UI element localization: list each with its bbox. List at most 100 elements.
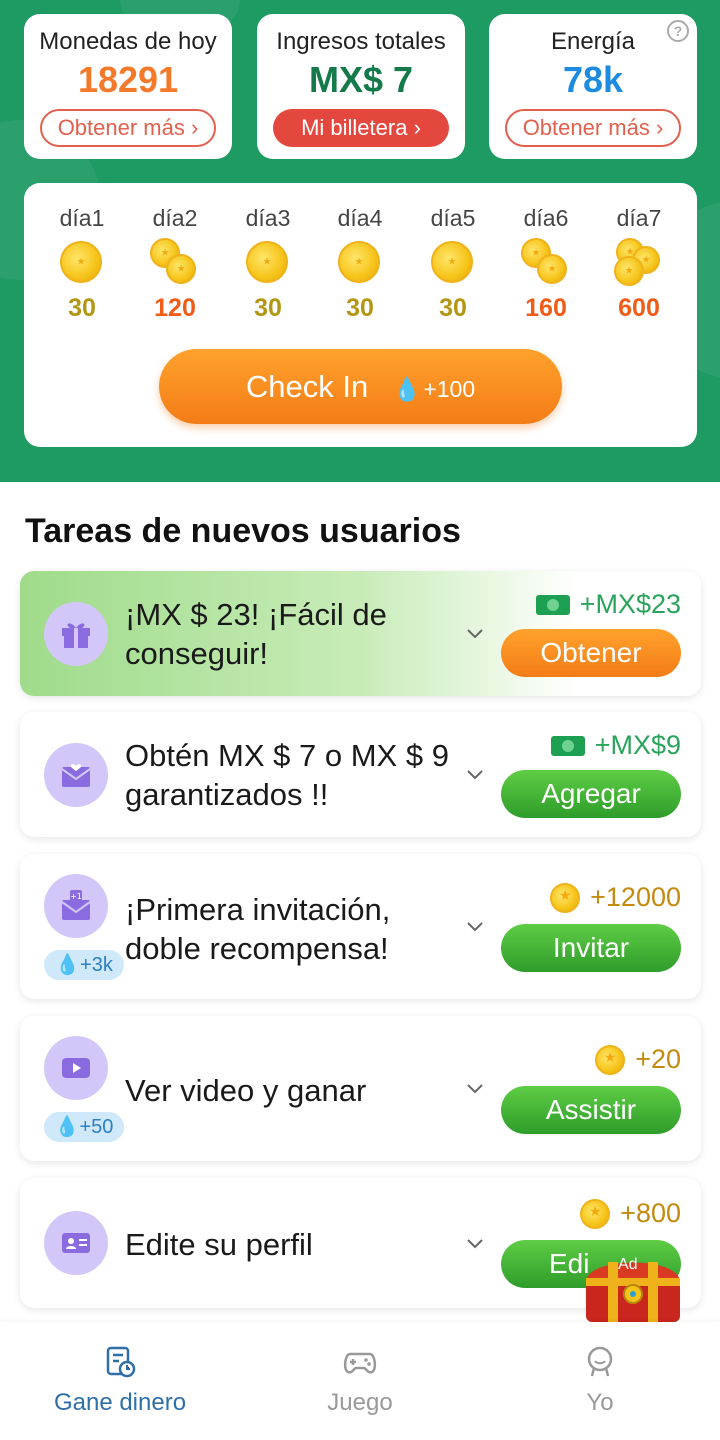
- checkin-day-7: día7 600: [599, 205, 679, 323]
- energy-badge-value: +50: [79, 1116, 114, 1138]
- day-amount: 160: [525, 294, 567, 322]
- cash-icon: [535, 594, 570, 615]
- get-more-energy-button[interactable]: Obtener más ›: [505, 109, 681, 147]
- chevron-right-icon: ›: [649, 115, 664, 140]
- coin-icon: [335, 238, 385, 288]
- checkin-day-1: día1 30: [42, 205, 122, 323]
- day-amount: 30: [68, 294, 96, 322]
- invite-envelope-icon: +1: [44, 874, 108, 938]
- day-label: día5: [430, 205, 476, 231]
- bottom-navigation: Gane dinero Juego Yo: [0, 1322, 720, 1440]
- task-card[interactable]: ¡MX $ 23! ¡Fácil de conseguir! +MX$23 Ob…: [20, 571, 701, 696]
- tasks-section-title: Tareas de nuevos usuarios: [25, 512, 461, 550]
- checkin-day-5: día5 30: [413, 205, 493, 323]
- task-text: Ver video y ganar: [125, 1073, 367, 1108]
- task-reward-value: +20: [635, 1044, 681, 1074]
- day-amount: 30: [346, 294, 374, 322]
- energy-drop-icon: 💧: [55, 954, 81, 976]
- coins-pile-icon: [614, 238, 664, 288]
- energy-card: ? Energía 78k Obtener más ›: [489, 14, 697, 159]
- task-reward: +MX$9: [550, 730, 681, 761]
- chevron-down-icon[interactable]: [464, 622, 486, 644]
- nav-me[interactable]: Yo: [480, 1322, 720, 1440]
- coins-today-value: 18291: [77, 59, 179, 100]
- day-label: día1: [59, 205, 105, 231]
- coins-today-title: Monedas de hoy: [39, 28, 217, 55]
- nav-label: Yo: [586, 1389, 614, 1416]
- svg-text:+1: +1: [70, 892, 82, 901]
- coin-icon: [57, 238, 107, 288]
- total-income-card: Ingresos totales MX$ 7 Mi billetera ›: [257, 14, 465, 159]
- energy-badge: 💧+3k: [44, 950, 124, 980]
- checkin-day-3: día3 30: [228, 205, 308, 323]
- nav-label: Juego: [327, 1389, 393, 1416]
- task-reward-value: +800: [620, 1198, 681, 1228]
- play-icon: [44, 1036, 108, 1100]
- task-reward-value: +MX$9: [594, 730, 681, 760]
- add-button[interactable]: Agregar: [501, 770, 681, 818]
- invite-button[interactable]: Invitar: [501, 924, 681, 972]
- day-label: día6: [523, 205, 569, 231]
- checkin-day-4: día4 30: [320, 205, 400, 323]
- chevron-down-icon[interactable]: [464, 1232, 486, 1254]
- task-text: ¡Primera invitación, doble recompensa!: [125, 892, 391, 966]
- earn-icon: [106, 1346, 136, 1378]
- obtain-button[interactable]: Obtener: [501, 629, 681, 677]
- nav-earn-money[interactable]: Gane dinero: [0, 1322, 240, 1440]
- coins-stack-icon: [150, 238, 200, 288]
- person-icon: [587, 1346, 613, 1377]
- cash-icon: [550, 735, 585, 756]
- task-reward-value: +12000: [590, 882, 681, 912]
- coin-icon: [243, 238, 293, 288]
- check-in-button[interactable]: Check In 💧+100: [159, 349, 562, 424]
- wallet-button[interactable]: Mi billetera ›: [273, 109, 449, 147]
- total-income-title: Ingresos totales: [276, 28, 446, 55]
- checkin-card: día1 30 día2 120 día3 30 día4 30 día5 30…: [24, 183, 697, 447]
- help-icon[interactable]: ?: [667, 20, 689, 42]
- watch-button[interactable]: Assistir: [501, 1086, 681, 1134]
- task-reward-value: +MX$23: [579, 589, 681, 619]
- day-label: día2: [152, 205, 198, 231]
- nav-label: Gane dinero: [53, 1389, 187, 1416]
- chevron-down-icon[interactable]: [464, 915, 486, 937]
- total-income-value: MX$ 7: [308, 59, 414, 100]
- task-reward: +20: [595, 1044, 681, 1075]
- get-more-coins-button[interactable]: Obtener más ›: [40, 109, 216, 147]
- energy-value: 78k: [562, 59, 624, 100]
- day-amount: 600: [618, 294, 660, 322]
- day-label: día7: [616, 205, 662, 231]
- day-label: día3: [245, 205, 291, 231]
- task-card[interactable]: +1 💧+3k ¡Primera invitación, doble recom…: [20, 854, 701, 999]
- task-text: ¡MX $ 23! ¡Fácil de conseguir!: [125, 597, 387, 671]
- check-in-label: Check In: [245, 369, 369, 404]
- treasure-chest-icon[interactable]: Ad: [578, 1248, 688, 1324]
- coin-icon: [550, 882, 581, 913]
- coins-today-card: Monedas de hoy 18291 Obtener más ›: [24, 14, 232, 159]
- checkin-day-6: día6 160: [506, 205, 586, 323]
- gamepad-icon: [343, 1352, 377, 1374]
- task-text: Obtén MX $ 7 o MX $ 9 garantizados !!: [125, 738, 449, 812]
- chevron-down-icon[interactable]: [464, 1077, 486, 1099]
- coin-icon: [428, 238, 478, 288]
- task-reward: +800: [580, 1198, 681, 1229]
- day-amount: 120: [154, 294, 196, 322]
- check-in-bonus: +100: [423, 376, 476, 402]
- chevron-down-icon[interactable]: [464, 763, 486, 785]
- envelope-heart-icon: [44, 743, 108, 807]
- chest-ad-label: Ad: [618, 1256, 638, 1273]
- energy-drop-icon: 💧: [54, 1116, 80, 1138]
- task-card[interactable]: Obtén MX $ 7 o MX $ 9 garantizados !! +M…: [20, 712, 701, 837]
- profile-card-icon: [44, 1211, 108, 1275]
- energy-badge-value: +3k: [80, 954, 113, 976]
- energy-title: Energía: [550, 28, 636, 55]
- coin-icon: [595, 1044, 626, 1075]
- task-text: Edite su perfil: [125, 1227, 313, 1262]
- task-reward: +MX$23: [535, 589, 681, 620]
- task-card[interactable]: 💧+50 Ver video y ganar +20 Assistir: [20, 1016, 701, 1161]
- coin-icon: [580, 1198, 611, 1229]
- get-more-coins-label: Obtener más: [57, 115, 185, 140]
- nav-game[interactable]: Juego: [240, 1322, 480, 1440]
- day-label: día4: [337, 205, 383, 231]
- day-amount: 30: [254, 294, 282, 322]
- gift-icon: [44, 602, 108, 666]
